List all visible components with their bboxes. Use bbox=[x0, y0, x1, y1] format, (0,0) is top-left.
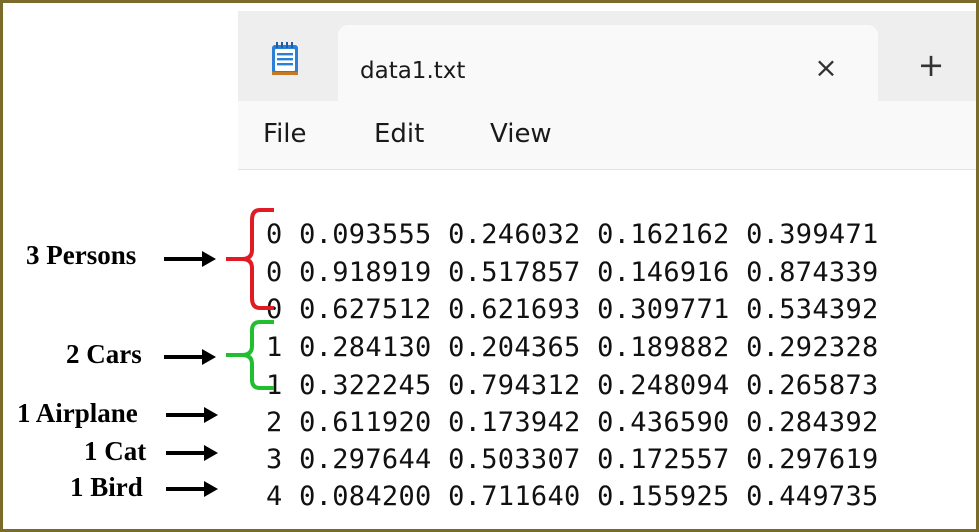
close-icon[interactable]: × bbox=[811, 53, 841, 83]
bird-label: 1 Bird bbox=[70, 472, 143, 502]
text-line: 2 0.611920 0.173942 0.436590 0.284392 bbox=[266, 407, 879, 438]
tab-data1[interactable]: data1.txt × bbox=[338, 25, 878, 101]
cars-bracket bbox=[226, 320, 274, 390]
text-editor[interactable]: 0 0.093555 0.246032 0.162162 0.399471 0 … bbox=[238, 170, 976, 521]
arrow-icon bbox=[166, 481, 218, 497]
text-line: 1 0.322245 0.794312 0.248094 0.265873 bbox=[266, 370, 879, 401]
menu-view[interactable]: View bbox=[490, 119, 552, 149]
text-line: 0 0.918919 0.517857 0.146916 0.874339 bbox=[266, 257, 879, 288]
arrow-icon bbox=[164, 349, 216, 365]
text-line: 3 0.297644 0.503307 0.172557 0.297619 bbox=[266, 444, 879, 475]
cars-label: 2 Cars bbox=[66, 339, 142, 369]
text-line: 4 0.084200 0.711640 0.155925 0.449735 bbox=[266, 481, 879, 512]
persons-bracket bbox=[226, 208, 274, 310]
new-tab-button[interactable]: + bbox=[913, 47, 949, 83]
persons-label: 3 Persons bbox=[26, 240, 137, 270]
text-line: 0 0.627512 0.621693 0.309771 0.534392 bbox=[266, 294, 879, 325]
notepad-window: data1.txt × + File Edit View 0 0.093555 … bbox=[238, 11, 976, 521]
menu-file[interactable]: File bbox=[263, 119, 307, 149]
text-line: 1 0.284130 0.204365 0.189882 0.292328 bbox=[266, 332, 879, 363]
tab-title: data1.txt bbox=[360, 58, 466, 84]
notepad-icon bbox=[272, 42, 298, 75]
menu-edit[interactable]: Edit bbox=[374, 119, 424, 149]
arrow-icon bbox=[164, 251, 216, 267]
text-line: 0 0.093555 0.246032 0.162162 0.399471 bbox=[266, 219, 879, 250]
tab-bar: data1.txt × + bbox=[238, 11, 976, 101]
cat-label: 1 Cat bbox=[84, 436, 147, 466]
menu-bar: File Edit View bbox=[238, 101, 976, 170]
arrow-icon bbox=[166, 407, 218, 423]
airplane-label: 1 Airplane bbox=[17, 398, 138, 428]
arrow-icon bbox=[166, 445, 218, 461]
